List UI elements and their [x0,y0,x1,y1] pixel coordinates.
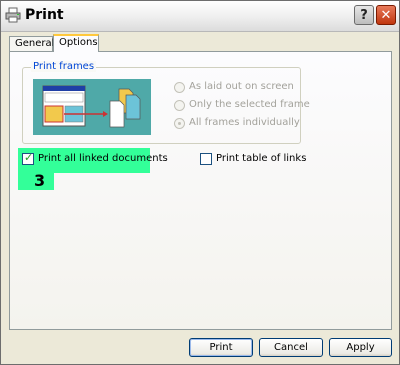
close-button[interactable]: ✕ [376,5,396,25]
close-icon: ✕ [380,8,392,23]
apply-button[interactable]: Apply [329,338,392,357]
checkmark-icon: ✓ [24,151,34,164]
tab-general[interactable]: General [9,36,54,51]
radio-button[interactable] [174,100,185,111]
radio-button[interactable] [174,118,185,129]
print-frames-legend: Print frames [31,61,97,72]
radio-button[interactable] [174,82,185,93]
help-button[interactable]: ? [354,5,374,25]
title-bar[interactable]: Print ? ✕ [1,1,399,32]
checkbox-label: Print table of links [216,153,307,164]
help-icon: ? [360,8,368,23]
radio-label: All frames individually [189,117,300,128]
options-panel: Print frames As laid out on screen Only … [9,51,392,330]
callout-number: 3 [34,171,46,190]
cancel-button[interactable]: Cancel [259,338,323,357]
frames-illustration-icon [33,79,151,135]
print-dialog: Print ? ✕ General Options Print frames A… [0,0,400,365]
print-button[interactable]: Print [189,338,253,357]
checkbox[interactable]: ✓ [22,151,34,165]
printer-icon [5,7,21,23]
tab-options[interactable]: Options [53,34,99,52]
radio-label: Only the selected frame [189,99,310,110]
checkbox[interactable] [200,153,212,165]
radio-label: As laid out on screen [189,81,294,92]
checkbox-label: Print all linked documents [38,153,168,164]
window-title: Print [25,7,64,23]
print-frames-group: Print frames As laid out on screen Only … [22,61,310,144]
